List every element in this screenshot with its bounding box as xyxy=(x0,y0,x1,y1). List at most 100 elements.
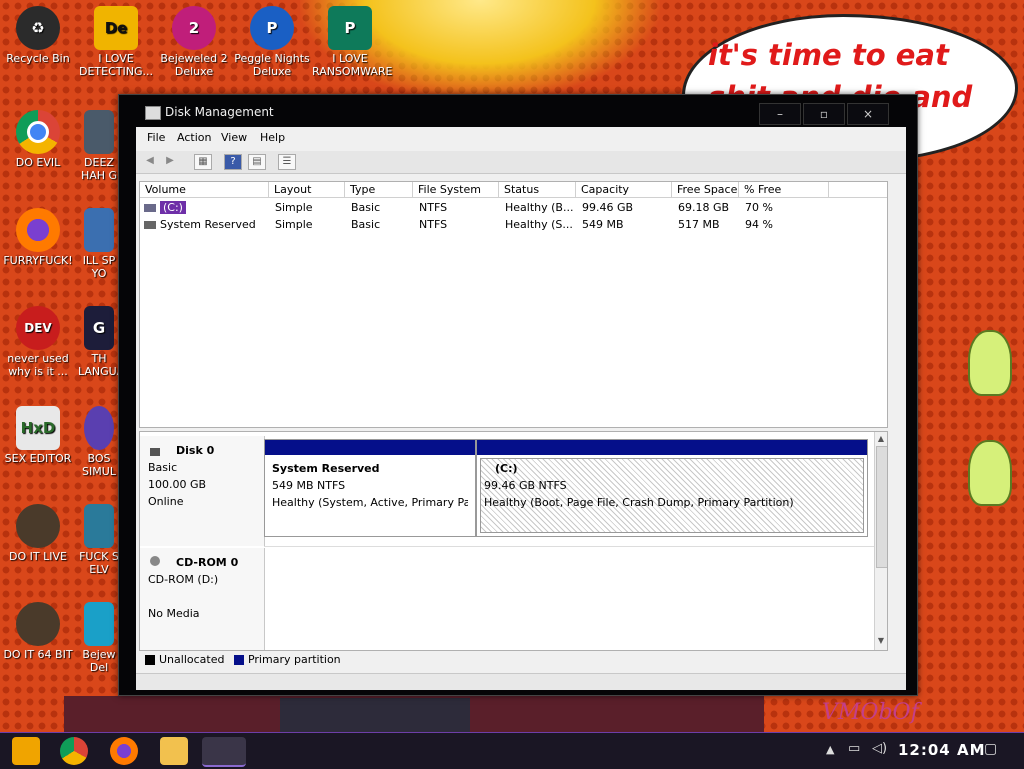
partition-c[interactable]: (C:) 99.46 GB NTFS Healthy (Boot, Page F… xyxy=(476,439,868,537)
character-icon xyxy=(968,440,1012,506)
desktop-icon-ransomware[interactable]: P I LOVE RANSOMWARE xyxy=(312,6,392,78)
start-button-icon[interactable] xyxy=(12,737,40,765)
taskbar: ▲ ▭ ◁) 12:04 AM ▢ xyxy=(0,732,1024,769)
back-icon[interactable]: ◀ xyxy=(142,154,158,168)
minimize-button[interactable]: – xyxy=(759,103,801,125)
desktop-icon-recycle-bin[interactable]: ♻ Recycle Bin xyxy=(0,6,76,65)
portrait-icon xyxy=(16,504,60,548)
type-cell: Basic xyxy=(351,218,381,231)
chrome-icon xyxy=(16,110,60,154)
window-title: Disk Management xyxy=(165,105,274,119)
disk-0-type: Basic xyxy=(148,461,178,474)
disk-0-name: Disk 0 xyxy=(176,444,215,457)
percent-free-cell: 94 % xyxy=(745,218,773,231)
type-cell: Basic xyxy=(351,201,381,214)
cdrom-0-drive: CD-ROM (D:) xyxy=(148,573,219,586)
partition-system-reserved[interactable]: System Reserved 549 MB NTFS Healthy (Sys… xyxy=(264,439,476,537)
menu-bar: File Action View Help xyxy=(136,127,906,149)
title-bar[interactable]: Disk Management – ▫ × xyxy=(119,95,917,127)
desktop-icon-deez[interactable]: DEEZ HAH G xyxy=(78,110,120,182)
column-volume[interactable]: Volume xyxy=(140,182,269,198)
partition-name: System Reserved xyxy=(272,462,380,475)
partition-status: Healthy (System, Active, Primary Pa xyxy=(272,496,468,509)
portrait64-icon xyxy=(16,602,60,646)
menu-action[interactable]: Action xyxy=(177,131,211,144)
menu-file[interactable]: File xyxy=(147,131,165,144)
cdrom-0-name: CD-ROM 0 xyxy=(176,556,239,569)
partition-name: (C:) xyxy=(495,462,518,475)
bejeweled-icon: 2 xyxy=(172,6,216,50)
desktop-icon-do-it-live[interactable]: DO IT LIVE xyxy=(0,504,76,563)
free-space-cell: 69.18 GB xyxy=(678,201,730,214)
scroll-down-icon[interactable]: ▼ xyxy=(876,636,886,646)
app-icon xyxy=(84,504,114,548)
disk-0-label[interactable]: Disk 0 Basic 100.00 GB Online xyxy=(140,436,265,546)
disk-management-taskbar-icon[interactable] xyxy=(202,737,246,767)
chrome-taskbar-icon[interactable] xyxy=(60,737,88,765)
desktop-icon-detecting[interactable]: De I LOVE DETECTING... xyxy=(78,6,154,78)
network-tray-icon[interactable]: ▭ xyxy=(848,741,860,756)
volume-tray-icon[interactable]: ◁) xyxy=(872,741,887,756)
percent-free-cell: 70 % xyxy=(745,201,773,214)
tray-chevron-icon[interactable]: ▲ xyxy=(826,743,834,756)
cdrom-0-label[interactable]: CD-ROM 0 CD-ROM (D:) No Media xyxy=(140,548,265,650)
scroll-thumb[interactable] xyxy=(876,446,887,568)
desktop-icon-fuck-s[interactable]: FUCK S ELV xyxy=(78,504,120,576)
notifications-icon[interactable]: ▢ xyxy=(984,741,997,757)
desktop-icon-devcpp[interactable]: DEV never used why is it ... xyxy=(0,306,76,378)
column-percent-free[interactable]: % Free xyxy=(739,182,829,198)
column-capacity[interactable]: Capacity xyxy=(576,182,672,198)
properties-icon[interactable]: ▤ xyxy=(248,154,266,170)
close-button[interactable]: × xyxy=(847,103,889,125)
column-free-space[interactable]: Free Space xyxy=(672,182,739,198)
column-status[interactable]: Status xyxy=(499,182,576,198)
legend-primary: Primary partition xyxy=(247,653,341,666)
desktop-icon-language[interactable]: G TH LANGUA xyxy=(78,306,120,378)
gem-icon xyxy=(84,602,114,646)
peggle-icon: P xyxy=(250,6,294,50)
desktop-icon-sex-editor[interactable]: HxD SEX EDITOR xyxy=(0,406,76,465)
layout-cell: Simple xyxy=(275,218,313,231)
column-type[interactable]: Type xyxy=(345,182,413,198)
legend: Unallocated Primary partition xyxy=(139,653,886,671)
cdrom-icon xyxy=(150,556,160,566)
desktop-icon-bos[interactable]: BOS SIMUL xyxy=(78,406,120,478)
column-layout[interactable]: Layout xyxy=(269,182,345,198)
firefox-taskbar-icon[interactable] xyxy=(110,737,138,765)
maximize-button[interactable]: ▫ xyxy=(803,103,845,125)
disk-0-size: 100.00 GB xyxy=(148,478,207,491)
desktop-icon-do-it-64[interactable]: DO IT 64 BIT xyxy=(0,602,76,661)
desktop-icon-ill-sp[interactable]: ILL SP YO xyxy=(78,208,120,280)
vertical-scrollbar[interactable]: ▲ ▼ xyxy=(874,432,887,650)
partition-size: 549 MB NTFS xyxy=(272,479,346,492)
console-tree-icon[interactable]: ▦ xyxy=(194,154,212,170)
window-client: File Action View Help ◀ ▶ ▦ ? ▤ ☰ Volume… xyxy=(136,127,906,690)
firefox-icon xyxy=(16,208,60,252)
forward-icon[interactable]: ▶ xyxy=(162,154,178,168)
fs-cell: NTFS xyxy=(419,218,448,231)
capacity-cell: 549 MB xyxy=(582,218,624,231)
table-row[interactable]: (C:) xyxy=(144,200,186,216)
disk-management-window: Disk Management – ▫ × File Action View H… xyxy=(118,94,918,696)
taskbar-clock[interactable]: 12:04 AM xyxy=(898,741,986,759)
sphere-icon xyxy=(84,406,114,450)
desktop-icon-peggle[interactable]: P Peggle Nights Deluxe xyxy=(234,6,310,78)
help-icon[interactable]: ? xyxy=(224,154,242,170)
column-file-system[interactable]: File System xyxy=(413,182,499,198)
table-row[interactable]: System Reserved xyxy=(144,217,256,233)
desktop-icon-bejew[interactable]: Bejew Del xyxy=(78,602,120,674)
primary-swatch xyxy=(233,655,244,665)
status-cell: Healthy (B... xyxy=(505,201,574,214)
desktop-icon-do-evil[interactable]: DO EVIL xyxy=(0,110,76,169)
disk-graph-view: Disk 0 Basic 100.00 GB Online System Res… xyxy=(139,431,888,651)
fs-cell: NTFS xyxy=(419,201,448,214)
desktop-icon-furryfuck[interactable]: FURRYFUCK! xyxy=(0,208,76,267)
volume-list: Volume Layout Type File System Status Ca… xyxy=(139,181,888,428)
desktop-icon-bejeweled[interactable]: 2 Bejeweled 2 Deluxe xyxy=(156,6,232,78)
scroll-up-icon[interactable]: ▲ xyxy=(876,434,886,444)
volume-name: System Reserved xyxy=(160,218,256,231)
file-explorer-icon[interactable] xyxy=(160,737,188,765)
list-view-icon[interactable]: ☰ xyxy=(278,154,296,170)
menu-help[interactable]: Help xyxy=(260,131,285,144)
menu-view[interactable]: View xyxy=(221,131,247,144)
